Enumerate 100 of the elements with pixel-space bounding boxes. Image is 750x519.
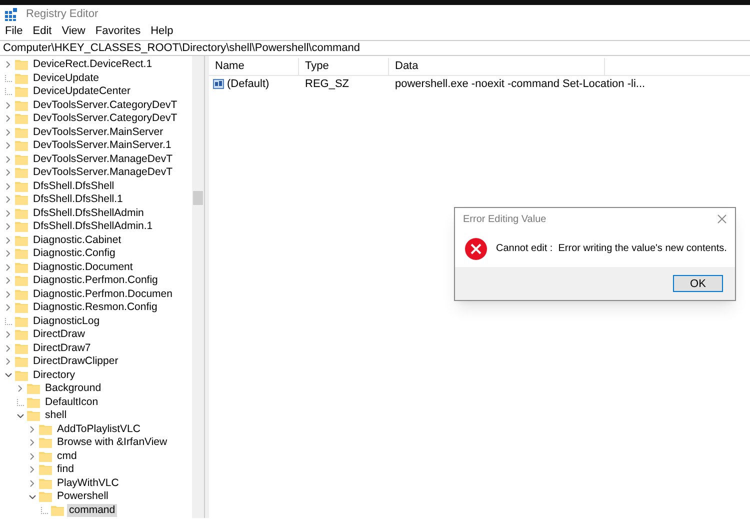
- tree-item[interactable]: DfsShell.DfsShell: [31, 180, 116, 193]
- error-icon: [465, 238, 487, 260]
- expand-chevron-icon[interactable]: [6, 156, 10, 163]
- value-type: REG_SZ: [304, 76, 350, 92]
- close-icon[interactable]: [717, 214, 727, 224]
- tree-item[interactable]: DevToolsServer.ManageDevT: [31, 152, 174, 166]
- tree-item[interactable]: DevToolsServer.ManageDevT: [31, 166, 174, 180]
- folder-icon: [15, 72, 28, 84]
- tree-item[interactable]: Directory: [31, 368, 78, 382]
- folder-icon: [15, 248, 28, 260]
- expand-chevron-icon[interactable]: [6, 182, 10, 190]
- menu-item[interactable]: Edit: [32, 23, 52, 40]
- scrollbar[interactable]: [192, 56, 204, 518]
- folder-icon: [39, 464, 52, 476]
- tree-item[interactable]: DeviceRect.DeviceRect.1: [31, 58, 154, 72]
- address-bar[interactable]: Computer\HKEY_CLASSES_ROOT\Directory\shell\Powershell\command: [0, 40, 750, 56]
- tree-item[interactable]: DirectDrawClipper: [31, 355, 120, 368]
- expand-chevron-icon[interactable]: [6, 358, 10, 366]
- tree-item[interactable]: Diagnostic.Document: [31, 260, 135, 274]
- expand-chevron-icon[interactable]: [6, 331, 10, 338]
- tree-item[interactable]: DirectDraw7: [31, 342, 93, 355]
- tree-item[interactable]: shell: [43, 409, 69, 422]
- folder-icon: [15, 180, 28, 192]
- folder-icon: [15, 275, 28, 286]
- expand-chevron-icon[interactable]: [6, 169, 10, 176]
- string-value-icon: [213, 79, 224, 89]
- expand-chevron-icon[interactable]: [30, 426, 34, 433]
- tree-item[interactable]: DevToolsServer.MainServer: [31, 126, 166, 139]
- column-header[interactable]: Name: [209, 58, 299, 75]
- tree-item[interactable]: DiagnosticLog: [31, 314, 102, 328]
- expand-chevron-icon[interactable]: [30, 466, 34, 474]
- tree-item[interactable]: Diagnostic.Perfmon.Documen: [31, 288, 174, 301]
- collapse-chevron-icon[interactable]: [4, 373, 12, 378]
- expand-chevron-icon[interactable]: [6, 304, 10, 312]
- folder-icon: [15, 100, 28, 111]
- tree-item[interactable]: Diagnostic.Config: [31, 247, 118, 260]
- collapse-chevron-icon[interactable]: [28, 494, 36, 499]
- column-header[interactable]: Type: [299, 58, 389, 75]
- folder-icon: [39, 491, 52, 502]
- expand-chevron-icon[interactable]: [18, 385, 22, 392]
- folder-icon: [15, 86, 28, 98]
- folder-icon: [27, 383, 40, 394]
- expand-chevron-icon[interactable]: [6, 290, 10, 298]
- tree-item[interactable]: DfsShell.DfsShell.1: [31, 193, 125, 206]
- registry-icon: [5, 8, 18, 21]
- tree-item[interactable]: DevToolsServer.CategoryDevT: [31, 98, 180, 112]
- tree-item[interactable]: command: [67, 504, 118, 517]
- expand-chevron-icon[interactable]: [6, 277, 10, 284]
- tree-item[interactable]: DirectDraw: [31, 328, 87, 342]
- tree-item[interactable]: Diagnostic.Resmon.Config: [31, 301, 160, 314]
- expand-chevron-icon[interactable]: [6, 236, 10, 244]
- tree-item[interactable]: PlayWithVLC: [55, 476, 121, 490]
- expand-chevron-icon[interactable]: [6, 344, 10, 352]
- tree-item[interactable]: Background: [43, 382, 104, 396]
- window-title: Registry Editor: [26, 7, 98, 22]
- tree-item[interactable]: Diagnostic.Perfmon.Config: [31, 274, 160, 288]
- expand-chevron-icon[interactable]: [6, 142, 10, 150]
- expand-chevron-icon[interactable]: [30, 439, 34, 446]
- tree-item[interactable]: DevToolsServer.MainServer.1: [31, 139, 174, 152]
- menu-item[interactable]: Favorites: [95, 23, 141, 40]
- expand-chevron-icon[interactable]: [6, 196, 10, 204]
- tree-item[interactable]: cmd: [55, 450, 79, 463]
- menu-item[interactable]: Help: [150, 23, 174, 40]
- folder-icon: [15, 288, 28, 300]
- folder-icon: [15, 262, 28, 273]
- scrollbar-thumb[interactable]: [193, 191, 203, 205]
- tree-item[interactable]: DfsShell.DfsShellAdmin: [31, 206, 146, 220]
- folder-icon: [15, 59, 28, 70]
- expand-chevron-icon[interactable]: [6, 128, 10, 136]
- expand-chevron-icon[interactable]: [6, 223, 10, 230]
- column-header[interactable]: Data: [389, 58, 605, 75]
- expand-chevron-icon[interactable]: [6, 102, 10, 109]
- tree-item[interactable]: Diagnostic.Cabinet: [31, 234, 124, 247]
- expand-chevron-icon[interactable]: [6, 61, 10, 68]
- folder-icon: [15, 302, 28, 314]
- tree-item[interactable]: DfsShell.DfsShellAdmin.1: [31, 220, 155, 234]
- expand-chevron-icon[interactable]: [6, 210, 10, 217]
- tree-item[interactable]: find: [55, 463, 76, 476]
- expand-chevron-icon[interactable]: [6, 115, 10, 122]
- tree-item[interactable]: DevToolsServer.CategoryDevT: [31, 112, 180, 126]
- expand-chevron-icon[interactable]: [30, 480, 34, 487]
- folder-icon: [27, 410, 40, 422]
- folder-icon: [39, 450, 52, 462]
- tree-item[interactable]: DeviceUpdate: [31, 72, 101, 85]
- ok-button[interactable]: OK: [673, 275, 723, 292]
- value-name: (Default): [227, 76, 270, 92]
- tree-item[interactable]: DeviceUpdateCenter: [31, 85, 132, 98]
- expand-chevron-icon[interactable]: [6, 264, 10, 271]
- expand-chevron-icon[interactable]: [30, 452, 34, 460]
- folder-icon: [15, 329, 28, 340]
- menu-item[interactable]: View: [62, 23, 86, 40]
- collapse-chevron-icon[interactable]: [16, 414, 24, 418]
- menu-item[interactable]: File: [5, 23, 23, 40]
- folder-icon: [15, 342, 28, 354]
- tree-item[interactable]: AddToPlaylistVLC: [55, 422, 142, 436]
- tree-item[interactable]: DefaultIcon: [43, 396, 100, 409]
- tree-item[interactable]: Powershell: [55, 490, 110, 504]
- folder-icon: [39, 424, 52, 435]
- tree-item[interactable]: Browse with &IrfanView: [55, 436, 170, 450]
- expand-chevron-icon[interactable]: [6, 250, 10, 258]
